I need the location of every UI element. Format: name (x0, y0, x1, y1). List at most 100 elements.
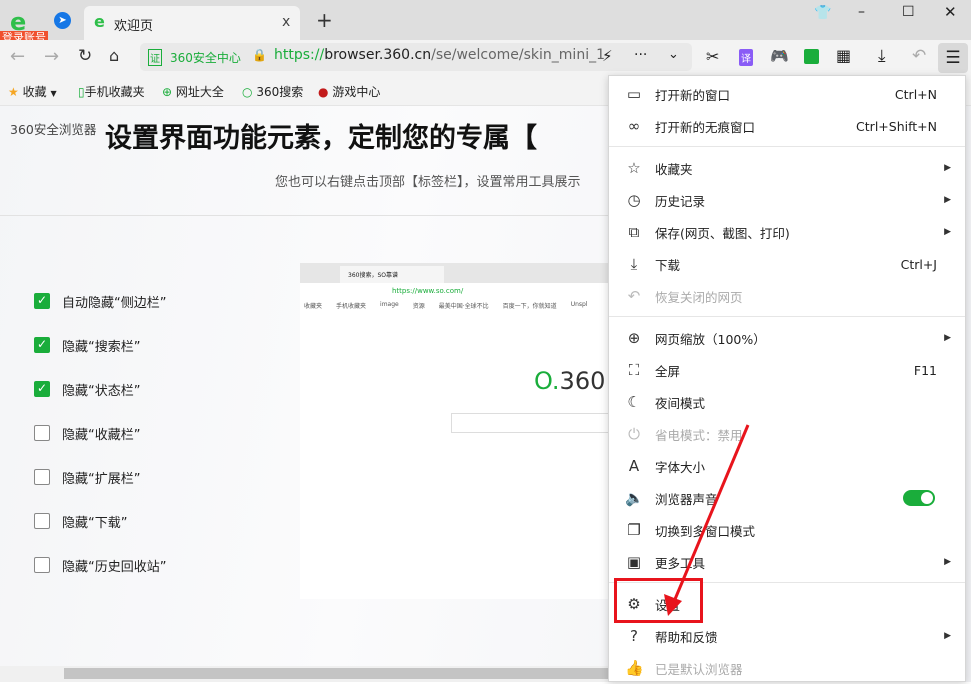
window-icon: ▭ (626, 85, 642, 103)
option-checkbox[interactable] (34, 469, 50, 485)
menu-item[interactable]: ⊕ 网页缩放（100%） ▶ (609, 322, 965, 354)
apps-icon[interactable]: ▦ (836, 46, 851, 65)
menu-item-label: 恢复关闭的网页 (655, 289, 743, 305)
option-label[interactable]: 隐藏“下载” (62, 512, 127, 531)
bookmark-favorites[interactable]: ★ 收藏 ▼ (8, 83, 57, 100)
navigation-icon[interactable]: ➤ (54, 12, 71, 29)
preview-bookmark: 最美中国·全球不比 (438, 303, 489, 310)
menu-item-label: 网页缩放（100%） (655, 331, 766, 347)
page-title: 设置界面功能元素，定制您的专属【 (105, 123, 537, 154)
new-tab-button[interactable]: + (316, 8, 333, 32)
menu-item[interactable]: ⤓ 下载 Ctrl+J (609, 248, 965, 280)
phone-icon: ▯ (78, 85, 85, 99)
menu-item[interactable]: ◷ 历史记录 ▶ (609, 184, 965, 216)
zoom-icon: ⊕ (627, 329, 641, 347)
bookmark-search[interactable]: ○ 360搜索 (242, 83, 303, 100)
menu-item[interactable]: 👍 已是默认浏览器 (609, 652, 965, 684)
minimize-button[interactable]: – (858, 4, 865, 20)
sound-toggle[interactable] (903, 490, 935, 506)
security-label[interactable]: 360安全中心 (170, 49, 241, 66)
lightning-icon[interactable]: ⚡ (602, 47, 613, 65)
menu-button[interactable]: ☰ (938, 43, 968, 73)
url-host: browser.360.cn (324, 47, 432, 63)
home-button[interactable]: ⌂ (109, 46, 119, 65)
option-checkbox[interactable]: ✓ (34, 337, 50, 353)
bookmark-hao[interactable]: ⊕ 网址大全 (162, 83, 224, 100)
bookmark-label: 网址大全 (175, 85, 224, 99)
option-label[interactable]: 隐藏“历史回收站” (62, 556, 166, 575)
menu-item[interactable]: ☆ 收藏夹 ▶ (609, 152, 965, 184)
menu-item[interactable]: ▣ 更多工具 ▶ (609, 546, 965, 578)
back-button[interactable]: ← (10, 46, 25, 67)
menu-item[interactable]: ❐ 切换到多窗口模式 (609, 514, 965, 546)
menu-item[interactable]: ↶ 恢复关闭的网页 (609, 280, 965, 312)
preview-url: https://www.so.com/ (392, 287, 464, 295)
preview-bookmark: Unspl (570, 301, 588, 308)
certificate-icon: 证 (148, 49, 162, 66)
menu-item-label: 夜间模式 (655, 395, 706, 411)
bookmark-games[interactable]: ● 游戏中心 (318, 83, 380, 100)
option-label[interactable]: 自动隐藏“侧边栏” (62, 292, 166, 311)
preview-screenshot: 360搜索，SO靠谱 https://www.so.com/ 收藏夹 手机收藏夹 i… (300, 263, 608, 599)
option-checkbox[interactable]: ✓ (34, 381, 50, 397)
download-icon[interactable]: ⤓ (878, 46, 886, 66)
menu-item[interactable]: ? 帮助和反馈 ▶ (609, 620, 965, 652)
brand-label: 360安全浏览器 (10, 122, 97, 137)
caret-down-icon: ▼ (50, 89, 57, 98)
menu-item[interactable]: ∞ 打开新的无痕窗口 Ctrl+Shift+N (609, 110, 965, 142)
submenu-arrow-icon: ▶ (944, 195, 951, 205)
translate-icon[interactable]: 译 (739, 49, 753, 66)
option-label[interactable]: 隐藏“收藏栏” (62, 424, 140, 443)
scrollbar-thumb[interactable] (64, 668, 608, 679)
menu-separator (609, 146, 965, 147)
night-icon: ☾ (627, 393, 641, 411)
menu-item[interactable]: ⏻ 省电模式：禁用 (609, 418, 965, 450)
preview-search-box (451, 413, 608, 433)
menu-item[interactable]: ⛶ 全屏 F11 (609, 354, 965, 386)
bookmark-label: 360搜索 (256, 85, 304, 99)
forward-button[interactable]: → (44, 46, 59, 67)
menu-shortcut: Ctrl+Shift+N (856, 118, 937, 134)
tab-welcome[interactable]: e 欢迎页 x (84, 6, 300, 40)
menu-item[interactable]: 🔈 浏览器声音 (609, 482, 965, 514)
submenu-arrow-icon: ▶ (944, 631, 951, 641)
menu-item[interactable]: ☾ 夜间模式 (609, 386, 965, 418)
skin-icon[interactable]: 👕 (814, 5, 831, 21)
option-label[interactable]: 隐藏“状态栏” (62, 380, 140, 399)
screenshot-icon[interactable]: ✂ (706, 47, 719, 66)
option-label[interactable]: 隐藏“扩展栏” (62, 468, 140, 487)
game-icon[interactable]: 🎮 (770, 47, 789, 65)
undo-icon[interactable]: ↶ (912, 46, 926, 66)
horizontal-scrollbar[interactable] (0, 666, 608, 682)
preview-bookmark: 收藏夹 (304, 303, 323, 310)
reload-button[interactable]: ↻ (78, 46, 92, 66)
divider (0, 215, 608, 216)
highlight-box (614, 578, 703, 623)
reader-icon[interactable] (804, 49, 819, 64)
help-icon: ? (630, 627, 638, 645)
maximize-button[interactable]: ☐ (902, 4, 915, 20)
address-bar[interactable]: 证 360安全中心 🔒 https://browser.360.cn/se/we… (140, 43, 692, 71)
menu-item[interactable]: ▭ 打开新的窗口 Ctrl+N (609, 78, 965, 110)
menu-shortcut: Ctrl+J (900, 256, 937, 272)
option-checkbox[interactable] (34, 513, 50, 529)
more-icon[interactable]: ··· (634, 47, 647, 63)
menu-item[interactable]: A 字体大小 (609, 450, 965, 482)
chevron-down-icon[interactable]: ⌄ (668, 47, 679, 62)
option-checkbox[interactable] (34, 425, 50, 441)
bookmark-mobile[interactable]: ▯手机收藏夹 (78, 83, 145, 100)
option-checkbox[interactable]: ✓ (34, 293, 50, 309)
bookmark-label: 游戏中心 (332, 85, 381, 99)
so-icon: ○ (242, 85, 253, 99)
menu-item-label: 全屏 (655, 363, 681, 379)
url-text[interactable]: https://browser.360.cn/se/welcome/skin_m… (274, 47, 605, 63)
menu-item[interactable]: ⧉ 保存(网页、截图、打印) ▶ (609, 216, 965, 248)
close-window-button[interactable]: ✕ (944, 3, 957, 21)
star-icon: ★ (8, 85, 19, 99)
tab-close-icon[interactable]: x (282, 14, 290, 30)
option-checkbox[interactable] (34, 557, 50, 573)
menu-item-label: 打开新的窗口 (655, 87, 731, 103)
hao-icon: ⊕ (162, 85, 173, 99)
history-icon: ◷ (627, 191, 641, 209)
option-label[interactable]: 隐藏“搜索栏” (62, 336, 140, 355)
